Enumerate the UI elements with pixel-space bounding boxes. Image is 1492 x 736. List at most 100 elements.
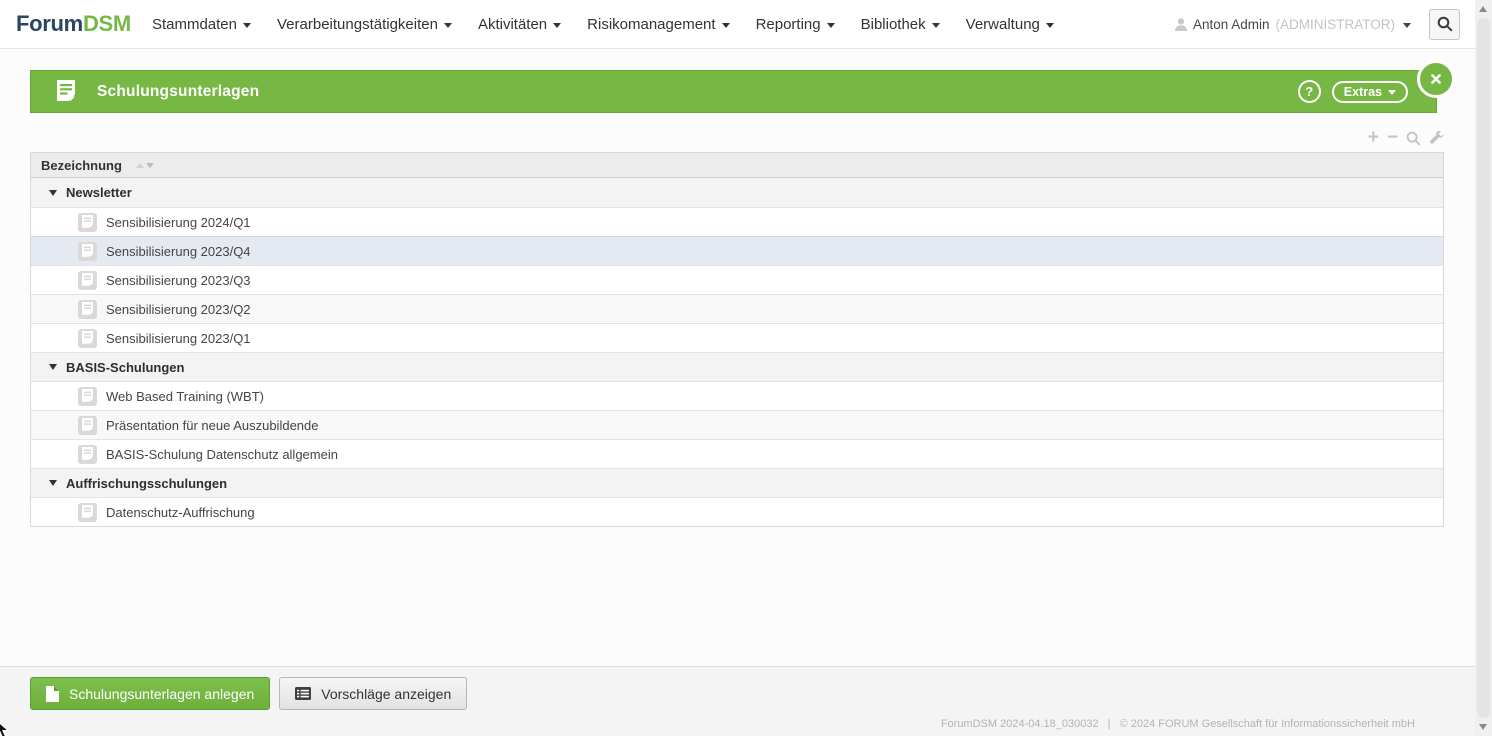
document-icon — [78, 328, 97, 348]
app-logo[interactable]: ForumDSM — [16, 11, 131, 37]
nav-item-stammdaten[interactable]: Stammdaten — [139, 0, 264, 48]
chevron-down-icon — [243, 22, 251, 28]
group-collapse-icon[interactable] — [49, 480, 57, 486]
row-label: Sensibilisierung 2023/Q1 — [106, 330, 251, 346]
group-row-basis-schulungen[interactable]: BASIS-Schulungen — [31, 352, 1443, 381]
grid-toolbar: + − — [1368, 128, 1444, 147]
table-row-datenschutz-auffrischung[interactable]: Datenschutz-Auffrischung — [31, 497, 1443, 526]
nav-item-label: Verwaltung — [965, 15, 1040, 33]
sort-arrows[interactable] — [135, 162, 154, 168]
collapse-all-minus-icon[interactable]: − — [1387, 128, 1398, 147]
document-icon — [78, 386, 97, 406]
row-label: BASIS-Schulung Datenschutz allgemein — [106, 446, 338, 462]
table-row-basis-schulung-datenschutz-allgemein[interactable]: BASIS-Schulung Datenschutz allgemein — [31, 439, 1443, 468]
bottom-action-bar: Schulungsunterlagen anlegen Vorschläge a… — [0, 666, 1475, 736]
grid-settings-wrench-icon[interactable] — [1429, 130, 1444, 146]
chevron-down-icon — [721, 22, 730, 28]
document-icon — [78, 444, 97, 464]
chevron-down-icon — [1045, 22, 1054, 28]
nav-item-label: Reporting — [755, 15, 821, 33]
nav-item-label: Stammdaten — [151, 15, 237, 33]
chevron-down-icon — [1403, 22, 1411, 28]
column-header-bezeichnung[interactable]: Bezeichnung — [41, 158, 122, 173]
training-document-icon — [56, 80, 76, 103]
group-row-auffrischungsschulungen[interactable]: Auffrischungsschulungen — [31, 468, 1443, 497]
panel-header-actions: ? Extras — [1297, 80, 1408, 103]
document-icon — [78, 212, 97, 232]
nav-item-verarbeitungstätigkeiten[interactable]: Verarbeitungstätigkeiten — [264, 0, 465, 48]
search-icon — [1437, 16, 1453, 32]
row-label: Sensibilisierung 2023/Q2 — [106, 301, 251, 317]
document-icon — [78, 270, 97, 290]
table-row-präsentation-für-neue-auszubildende[interactable]: Präsentation für neue Auszubildende — [31, 410, 1443, 439]
chevron-down-icon — [443, 22, 452, 28]
footer-version: ForumDSM 2024-04.18_030032 — [940, 718, 1099, 730]
nav-item-verwaltung[interactable]: Verwaltung — [953, 0, 1067, 48]
scrollbar-up-icon[interactable] — [1479, 6, 1487, 12]
extras-label: Extras — [1343, 84, 1382, 99]
create-training-material-button[interactable]: Schulungsunterlagen anlegen — [30, 677, 271, 710]
row-label: Sensibilisierung 2023/Q3 — [106, 272, 251, 288]
nav-item-aktivitäten[interactable]: Aktivitäten — [465, 0, 574, 48]
grid-search-icon[interactable] — [1406, 131, 1421, 146]
training-materials-table: Bezeichnung Newsletter Sensibilisierung 2… — [30, 152, 1444, 527]
show-suggestions-button[interactable]: Vorschläge anzeigen — [279, 677, 468, 710]
document-icon — [78, 502, 97, 522]
table-row-sensibilisierung-2024-q1[interactable]: Sensibilisierung 2024/Q1 — [31, 207, 1443, 236]
group-row-newsletter[interactable]: Newsletter — [31, 178, 1443, 207]
nav-item-label: Verarbeitungstätigkeiten — [277, 15, 438, 33]
chevron-down-icon — [826, 22, 835, 28]
table-row-sensibilisierung-2023-q2[interactable]: Sensibilisierung 2023/Q2 — [31, 294, 1443, 323]
user-name: Anton Admin — [1192, 16, 1270, 32]
nav-item-label: Aktivitäten — [477, 15, 548, 33]
group-label: Auffrischungsschulungen — [66, 475, 228, 491]
new-file-icon — [46, 685, 59, 702]
table-row-web-based-training-wbt[interactable]: Web Based Training (WBT) — [31, 381, 1443, 410]
row-label: Präsentation für neue Auszubildende — [106, 417, 319, 433]
expand-all-plus-icon[interactable]: + — [1368, 128, 1379, 147]
document-icon — [78, 415, 97, 435]
create-button-label: Schulungsunterlagen anlegen — [69, 685, 255, 702]
row-label: Sensibilisierung 2023/Q4 — [106, 243, 251, 259]
app-logo-part1: Forum — [16, 11, 83, 36]
vertical-scrollbar[interactable] — [1475, 0, 1492, 736]
extras-dropdown-button[interactable]: Extras — [1331, 80, 1408, 103]
help-button[interactable]: ? — [1297, 80, 1321, 103]
nav-item-risikomanagement[interactable]: Risikomanagement — [574, 0, 742, 48]
action-buttons: Schulungsunterlagen anlegen Vorschläge a… — [30, 677, 468, 710]
user-menu[interactable]: Anton Admin (ADMINISTRATOR) — [1174, 16, 1411, 32]
group-collapse-icon[interactable] — [49, 189, 57, 196]
scrollbar-down-icon[interactable] — [1479, 724, 1487, 730]
global-search-button[interactable] — [1429, 8, 1460, 40]
top-navbar: ForumDSM Stammdaten Verarbeitungstätigkei… — [0, 0, 1475, 49]
chevron-down-icon — [931, 22, 940, 28]
sort-asc-icon — [135, 162, 144, 168]
table-header-row[interactable]: Bezeichnung — [31, 153, 1443, 178]
table-row-sensibilisierung-2023-q3[interactable]: Sensibilisierung 2023/Q3 — [31, 265, 1443, 294]
user-icon — [1174, 17, 1187, 31]
nav-item-label: Bibliothek — [860, 15, 926, 33]
close-icon — [1431, 74, 1441, 84]
row-label: Datenschutz-Auffrischung — [106, 504, 255, 520]
nav-item-label: Risikomanagement — [587, 15, 716, 33]
close-panel-button[interactable] — [1417, 60, 1455, 98]
row-label: Web Based Training (WBT) — [106, 388, 264, 404]
scrollbar-thumb[interactable] — [1477, 18, 1490, 718]
chevron-down-icon — [1388, 89, 1396, 95]
nav-item-reporting[interactable]: Reporting — [743, 0, 848, 48]
chevron-down-icon — [553, 22, 562, 28]
app-logo-part2: DSM — [82, 11, 131, 36]
sort-desc-icon — [145, 162, 154, 168]
footer-info: ForumDSM 2024-04.18_030032 | © 2024 FORU… — [938, 718, 1418, 730]
nav-item-bibliothek[interactable]: Bibliothek — [848, 0, 953, 48]
table-row-sensibilisierung-2023-q1[interactable]: Sensibilisierung 2023/Q1 — [31, 323, 1443, 352]
nav-menu: Stammdaten Verarbeitungstätigkeiten Aktivi… — [139, 0, 1067, 48]
list-icon — [295, 687, 312, 700]
group-collapse-icon[interactable] — [49, 364, 57, 370]
document-icon — [78, 241, 97, 261]
footer-separator: | — [1107, 718, 1111, 730]
table-row-sensibilisierung-2023-q4[interactable]: Sensibilisierung 2023/Q4 — [31, 236, 1443, 265]
document-icon — [78, 299, 97, 319]
page-title: Schulungsunterlagen — [97, 82, 260, 100]
navbar-right: Anton Admin (ADMINISTRATOR) — [1174, 8, 1460, 40]
